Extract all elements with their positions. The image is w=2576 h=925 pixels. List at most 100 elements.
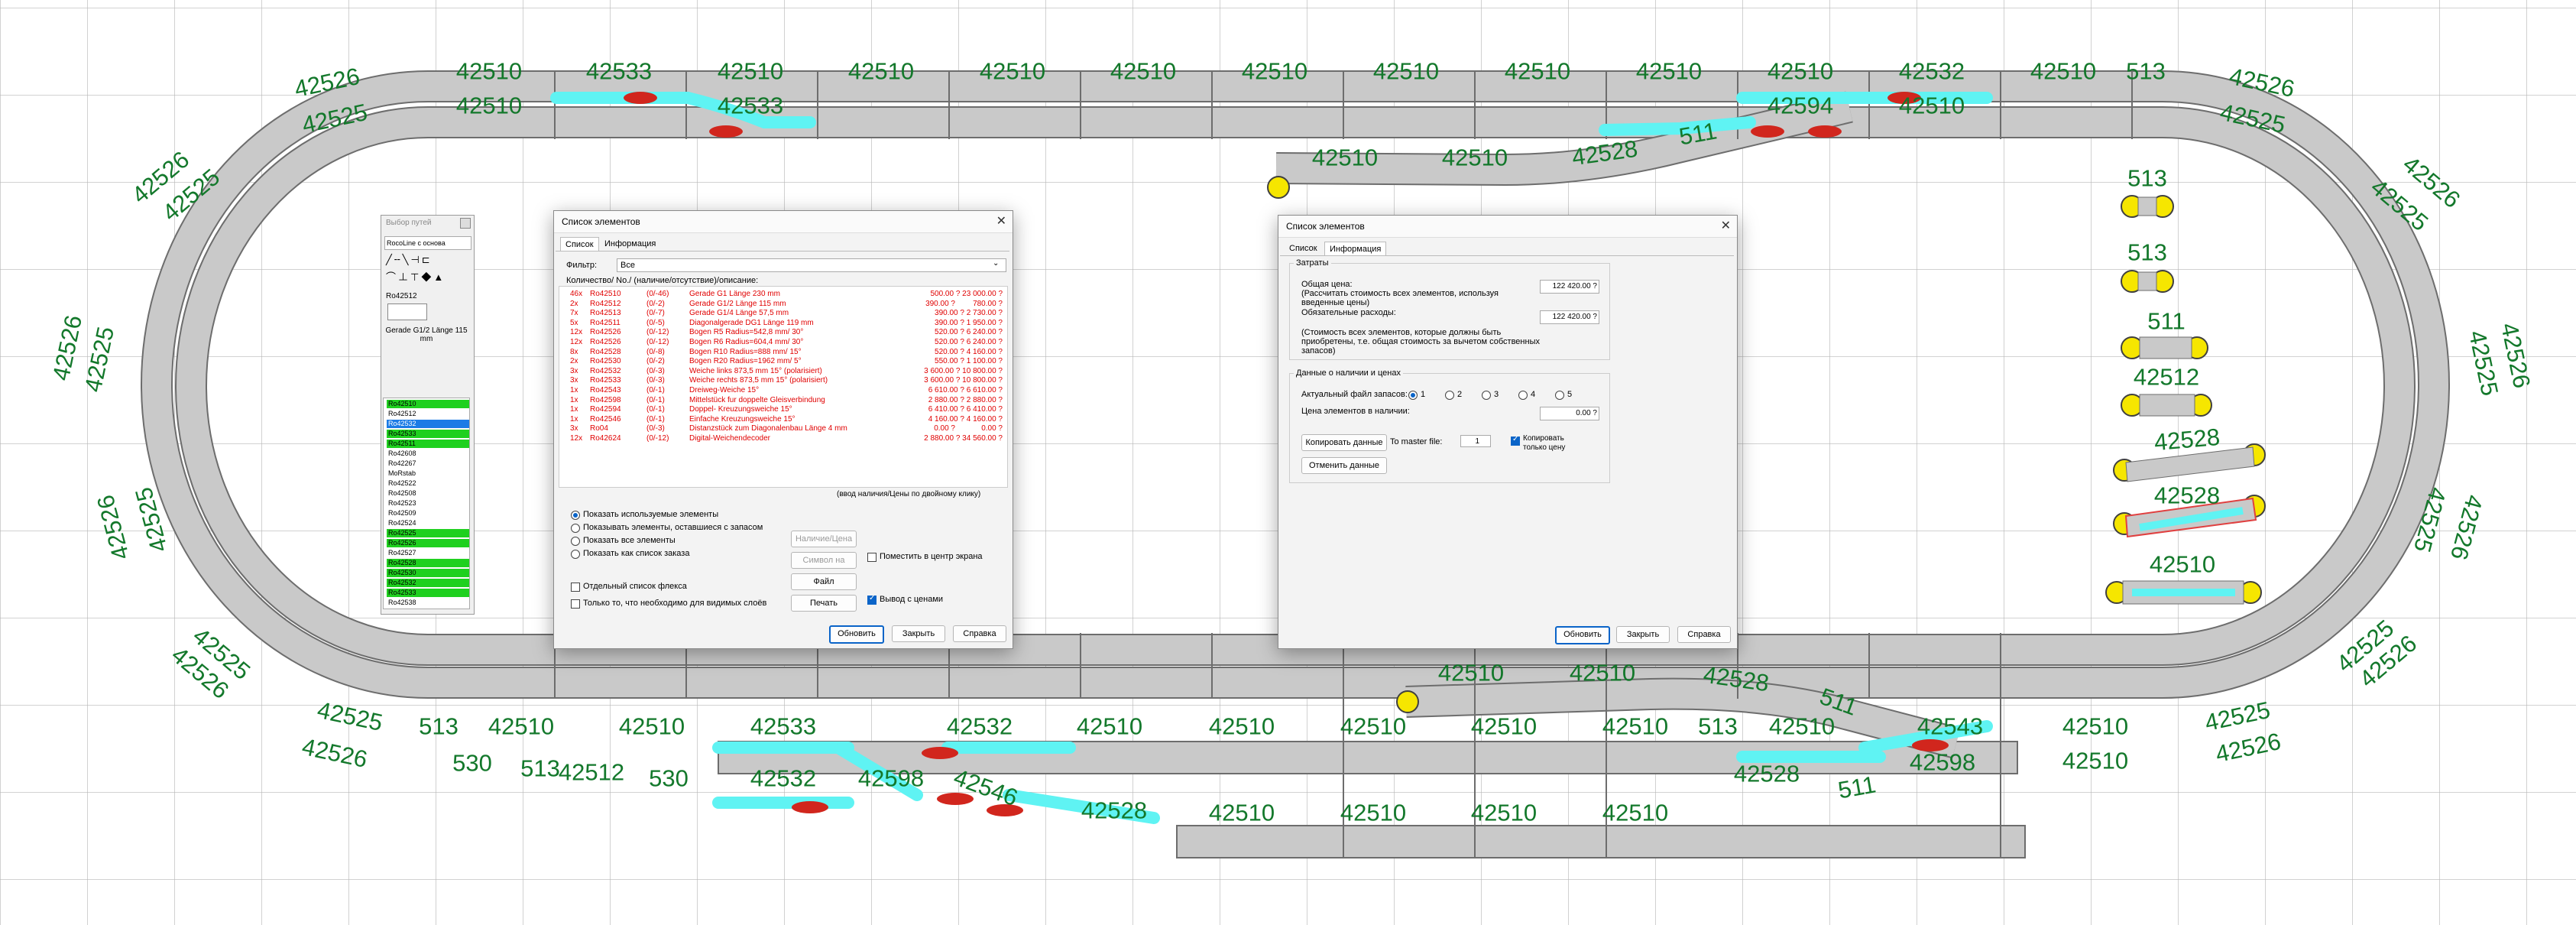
element-list-row[interactable]: 12x Ro42526 (0/-12) Bogen R5 Radius=542,8 m… xyxy=(567,328,1003,337)
copy-data-button[interactable]: Копировать данные xyxy=(1301,434,1387,451)
master-file-stepper[interactable]: 1 xyxy=(1460,435,1491,447)
palette-list-item[interactable]: Ro42532 xyxy=(387,579,469,587)
element-list-row[interactable]: 3x Ro42533 (0/-3) Weiche rechts 873,5 mm 15… xyxy=(567,376,1003,385)
help-button[interactable]: Справка xyxy=(953,625,1006,642)
refresh-button[interactable]: Обновить xyxy=(1555,626,1610,644)
element-list-cell: (0/-2) xyxy=(646,299,665,308)
symbol-on-plan-button[interactable]: Символ на плане xyxy=(791,552,857,580)
element-list-cell: 2 880.00 ? 2 880.00 ? xyxy=(928,395,1003,404)
palette-list-item[interactable]: MoRstab xyxy=(387,469,469,478)
palette-list-item[interactable]: Ro42533 xyxy=(387,589,469,597)
tab-list[interactable]: Список xyxy=(560,237,599,252)
track-piece-label: 42510 xyxy=(1241,57,1308,85)
element-list-dialog[interactable]: Список элементов ✕ Список Информация Фил… xyxy=(553,210,1013,649)
element-list-cell: 0.00 ? xyxy=(934,424,955,433)
element-list-row[interactable]: 5x Ro42511 (0/-5) Diagonalgerade DG1 Länge … xyxy=(567,319,1003,328)
element-list-cell: Gerade G1/4 Länge 57,5 mm xyxy=(689,309,789,318)
palette-list-item[interactable]: Ro42528 xyxy=(387,559,469,567)
stock-file-radio[interactable] xyxy=(1445,391,1454,400)
palette-list-item[interactable]: Ro42524 xyxy=(387,519,469,527)
track-system-select[interactable]: RocoLine с основа xyxy=(384,236,471,250)
palette-list-item[interactable]: Ro42523 xyxy=(387,499,469,508)
print-button[interactable]: Печать xyxy=(791,595,857,612)
palette-tool-icons-2[interactable]: ⌒⊥⊤◆▲ xyxy=(386,269,446,284)
palette-list-item[interactable]: Ro42532 xyxy=(387,420,469,428)
palette-list-item[interactable]: Ro42522 xyxy=(387,479,469,488)
track-piece-label: 42510 xyxy=(847,57,915,85)
filter-select[interactable]: Все xyxy=(617,258,1006,272)
element-list-row[interactable]: 1x Ro42598 (0/-1) Mittelstück fur doppelte … xyxy=(567,396,1003,405)
list-option-checkbox[interactable] xyxy=(571,599,580,609)
palette-close-icon[interactable] xyxy=(460,218,471,229)
copy-price-only-label-2: только цену xyxy=(1523,443,1566,452)
list-option-checkbox[interactable] xyxy=(571,583,580,592)
element-list-cell: Doppel- Kreuzungsweiche 15° xyxy=(689,405,792,414)
element-list-row[interactable]: 12x Ro42624 (0/-12) Digital-Weichendecoder 2… xyxy=(567,434,1003,443)
chevron-down-icon[interactable]: ⌄ xyxy=(993,259,999,268)
track-piece-label: 42533 xyxy=(750,712,817,740)
display-option-radio[interactable] xyxy=(571,537,580,546)
palette-list-item[interactable]: Ro42525 xyxy=(387,529,469,537)
element-list-row[interactable]: 46x Ro42510 (0/-46) Gerade G1 Länge 230 mm 5… xyxy=(567,290,1003,299)
element-list-cell: Einfache Kreuzungsweiche 15° xyxy=(689,414,795,424)
track-piece-label: 42528 xyxy=(1733,760,1800,787)
tab-info[interactable]: Информация xyxy=(600,237,660,251)
refresh-button[interactable]: Обновить xyxy=(829,625,884,644)
prices-checkbox[interactable] xyxy=(867,594,876,605)
track-palette-window[interactable]: Выбор путей RocoLine с основа ╱╌╲⊣⊏ ⌒⊥⊤◆… xyxy=(381,215,475,615)
availability-button[interactable]: Наличие/Цена xyxy=(791,531,857,547)
track-piece-label: 42510 xyxy=(2062,712,2129,740)
palette-list-item[interactable]: Ro42530 xyxy=(387,569,469,577)
palette-tool-icons[interactable]: ╱╌╲⊣⊏ xyxy=(386,254,433,266)
close-icon[interactable]: ✕ xyxy=(996,211,1006,232)
close-icon[interactable]: ✕ xyxy=(1721,216,1731,237)
list-option-label: Только то, что необходимо для видимых сл… xyxy=(583,599,767,608)
element-list-row[interactable]: 3x Ro42532 (0/-3) Weiche links 873,5 mm 15°… xyxy=(567,367,1003,376)
palette-list-item[interactable]: Ro42509 xyxy=(387,509,469,518)
element-info-dialog[interactable]: Список элементов ✕ Список Информация Зат… xyxy=(1278,215,1738,649)
palette-list-item[interactable]: Ro42510 xyxy=(387,400,469,408)
element-list-row[interactable]: 8x Ro42528 (0/-8) Bogen R10 Radius=888 mm/ … xyxy=(567,348,1003,357)
element-list-row[interactable]: 1x Ro42594 (0/-1) Doppel- Kreuzungsweiche 1… xyxy=(567,405,1003,414)
palette-list-item[interactable]: Ro42533 xyxy=(387,430,469,438)
display-option-radio[interactable] xyxy=(571,550,580,559)
element-list-cell: Ro42598 xyxy=(590,395,621,404)
stock-file-radio[interactable] xyxy=(1518,391,1528,400)
center-screen-checkbox[interactable] xyxy=(867,553,876,562)
palette-list-item[interactable]: Ro42508 xyxy=(387,489,469,498)
element-list-cell: 6 410.00 ? 6 410.00 ? xyxy=(928,405,1003,414)
tab-list[interactable]: Список xyxy=(1285,242,1322,255)
help-button[interactable]: Справка xyxy=(1677,626,1731,643)
copy-price-only-checkbox[interactable] xyxy=(1511,435,1520,446)
stock-file-radio[interactable] xyxy=(1555,391,1564,400)
stock-file-radio[interactable] xyxy=(1408,391,1418,400)
palette-list-item[interactable]: Ro42538 xyxy=(387,599,469,607)
palette-item-list[interactable]: Ro42510 Ro42512 Ro42532 Ro42533 Ro42511 Ro426… xyxy=(383,398,470,609)
palette-list-item[interactable]: Ro42511 xyxy=(387,440,469,448)
display-option-radio[interactable] xyxy=(571,524,580,533)
stock-file-radio[interactable] xyxy=(1482,391,1491,400)
palette-list-item[interactable]: Ro42267 xyxy=(387,459,469,468)
palette-list-item[interactable]: Ro42527 xyxy=(387,549,469,557)
element-list-row[interactable]: 7x Ro42513 (0/-7) Gerade G1/4 Länge 57,5 mm… xyxy=(567,309,1003,318)
element-list-row[interactable]: 12x Ro42526 (0/-12) Bogen R6 Radius=604,4 m… xyxy=(567,338,1003,347)
element-list-cell: 2 880.00 ? 34 560.00 ? xyxy=(924,434,1003,443)
cancel-data-button[interactable]: Отменить данные xyxy=(1301,457,1387,474)
element-list-row[interactable]: 3x Ro04 (0/-3) Distanzstück zum Diagonalenb… xyxy=(567,424,1003,433)
track-piece-label: 42510 xyxy=(455,57,523,85)
element-list-row[interactable]: 1x Ro42543 (0/-1) Dreiweg-Weiche 15° 6 610.0… xyxy=(567,386,1003,395)
palette-list-item[interactable]: Ro42512 xyxy=(387,410,469,418)
track-piece-label: 42512 xyxy=(558,758,625,786)
palette-list-item[interactable]: Ro42526 xyxy=(387,539,469,547)
tab-info[interactable]: Информация xyxy=(1324,242,1387,256)
element-list-row[interactable]: 1x Ro42546 (0/-1) Einfache Kreuzungsweiche … xyxy=(567,415,1003,424)
element-list-row[interactable]: 2x Ro42530 (0/-2) Bogen R20 Radius=1962 mm/… xyxy=(567,357,1003,366)
palette-list-item[interactable]: Ro42608 xyxy=(387,450,469,458)
element-list[interactable]: 46x Ro42510 (0/-46) Gerade G1 Länge 230 mm 5… xyxy=(559,286,1008,488)
close-button[interactable]: Закрыть xyxy=(892,625,945,642)
close-button[interactable]: Закрыть xyxy=(1616,626,1670,643)
display-option-radio[interactable] xyxy=(571,511,580,520)
prices-label: Вывод с ценами xyxy=(880,595,944,604)
element-list-row[interactable]: 2x Ro42512 (0/-2) Gerade G1/2 Länge 115 mm 3… xyxy=(567,300,1003,309)
file-button[interactable]: Файл xyxy=(791,573,857,590)
